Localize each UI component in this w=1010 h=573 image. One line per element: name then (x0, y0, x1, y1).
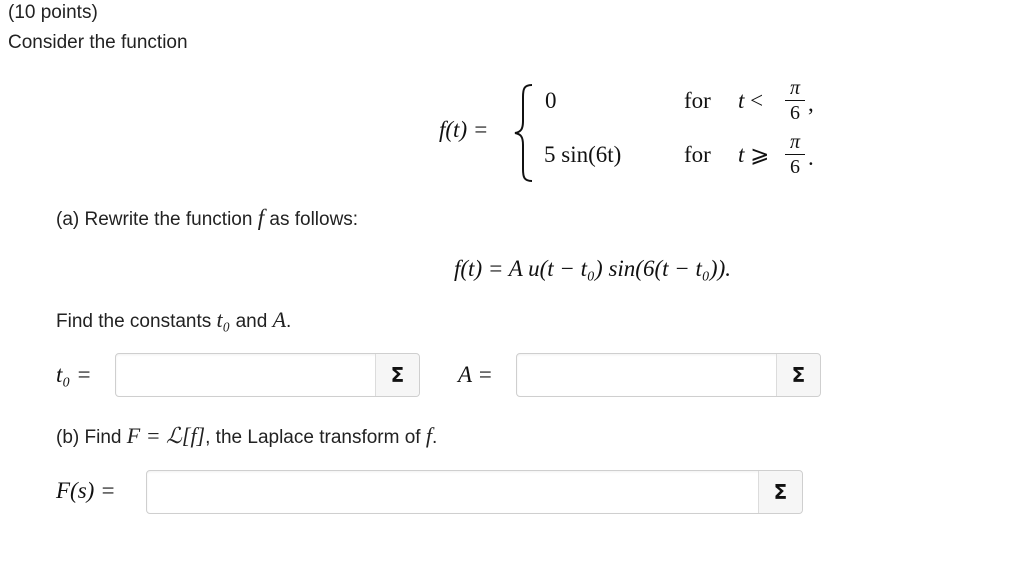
sigma-icon: Σ (773, 480, 788, 504)
case2-value: 5 sin(6t) (544, 142, 622, 167)
part-b-suffix: , the Laplace transform of (205, 427, 421, 448)
find-prefix: Find the constants (56, 311, 212, 332)
definition-lhs: f(t) = (439, 117, 488, 143)
Fs-label-text: F(s) = (56, 478, 116, 503)
part-b-period: . (431, 427, 438, 448)
part-b-math: F = ℒ[f] (126, 423, 206, 448)
case2-fraction: π 6 (784, 131, 806, 178)
left-brace-icon (514, 84, 533, 182)
t0-input[interactable] (116, 354, 419, 396)
find-t0: t₀ (216, 307, 231, 332)
part-a-suffix: as follows: (269, 209, 359, 230)
case1-condition: t < (738, 88, 763, 114)
find-A: A (272, 307, 287, 332)
case2-frac-den: 6 (790, 156, 800, 178)
case1-fraction: π 6 (784, 77, 806, 124)
part-a-prompt: (a) Rewrite the function f as follows: (56, 205, 358, 231)
Fs-sigma-button[interactable]: Σ (758, 471, 802, 513)
t0-field: Σ (115, 353, 420, 397)
case1-punct: , (808, 91, 814, 116)
case1-frac-den: 6 (790, 102, 800, 124)
part-a-prefix: (a) Rewrite the function (56, 209, 253, 230)
Fs-input[interactable] (147, 471, 802, 513)
case1-var: t (738, 88, 745, 113)
sigma-icon: Σ (390, 363, 405, 387)
t0-label-text: t₀ = (56, 362, 92, 387)
find-constants-prompt: Find the constants t₀ and A. (56, 307, 291, 333)
A-sigma-button[interactable]: Σ (776, 354, 820, 396)
case1-frac-num: π (789, 77, 801, 99)
rewritten-formula-text: f(t) = A u(t − t₀) sin(6(t − t₀)). (454, 256, 731, 281)
case2-var: t (738, 142, 745, 167)
Fs-label: F(s) = (56, 478, 116, 504)
part-b-prompt: (b) Find F = ℒ[f], the Laplace transform… (56, 423, 437, 449)
intro-text: Consider the function (8, 32, 188, 53)
A-field: Σ (516, 353, 821, 397)
case1-relation: < (750, 88, 764, 113)
definition-lhs-text: f(t) = (439, 117, 489, 142)
A-input[interactable] (517, 354, 820, 396)
case2-relation: ⩾ (750, 142, 770, 167)
case1-value: 0 (545, 88, 557, 113)
rewritten-formula: f(t) = A u(t − t₀) sin(6(t − t₀)). (454, 256, 731, 282)
part-a-var: f (257, 205, 265, 230)
case2-condition: t ⩾ (738, 142, 769, 168)
part-b-prefix: (b) Find (56, 427, 122, 448)
case2-frac-num: π (789, 131, 801, 153)
Fs-field: Σ (146, 470, 803, 514)
find-and: and (235, 311, 268, 332)
A-label: A = (458, 362, 493, 388)
A-label-text: A = (458, 362, 493, 387)
find-period: . (286, 311, 292, 332)
case2-for: for (684, 142, 711, 167)
t0-sigma-button[interactable]: Σ (375, 354, 419, 396)
points-label: (10 points) (8, 2, 98, 23)
t0-label: t₀ = (56, 362, 92, 388)
case2-punct: . (808, 145, 814, 170)
sigma-icon: Σ (791, 363, 806, 387)
case1-for: for (684, 88, 711, 113)
